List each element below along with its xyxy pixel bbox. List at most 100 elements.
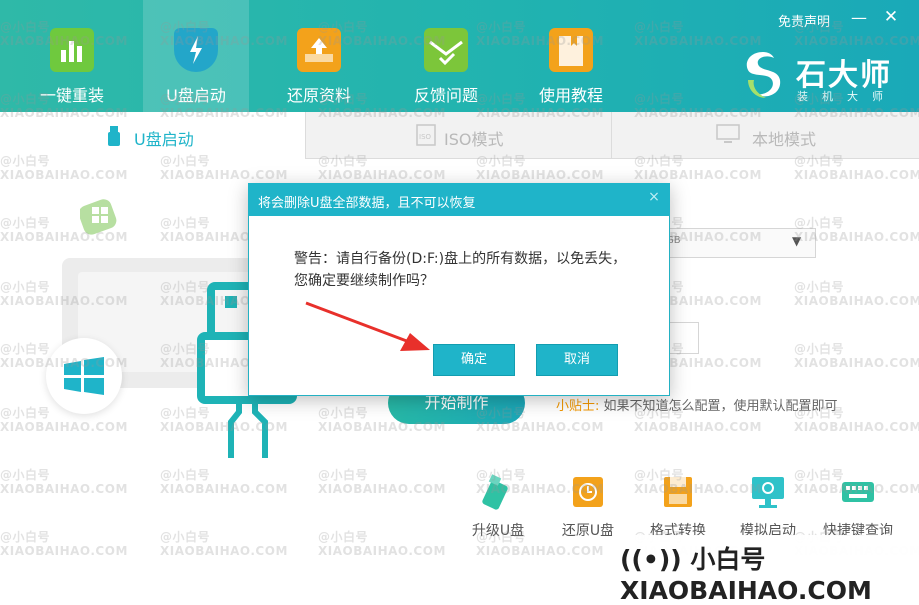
watermark-tile: @小白号 (794, 280, 845, 294)
watermark-tile: XIAOBAIHAO.COM (160, 482, 288, 496)
watermark-tile: XIAOBAIHAO.COM (160, 106, 288, 120)
watermark-tile: XIAOBAIHAO.COM (794, 482, 919, 496)
brand-logo-icon (740, 50, 786, 100)
confirm-button[interactable]: 确定 (433, 344, 515, 376)
watermark-brand: ((•)) 小白号 XIAOBAIHAO.COM (620, 545, 872, 605)
watermark-tile: @小白号 (0, 154, 51, 168)
dialog-question-text: 您确定要继续制作吗？ (294, 273, 434, 289)
minimize-button[interactable]: — (850, 10, 868, 28)
monitor-icon (716, 124, 740, 146)
watermark-tile: @小白号 (160, 406, 211, 420)
watermark-tile: @小白号 (318, 20, 369, 34)
watermark-tile: XIAOBAIHAO.COM (318, 106, 446, 120)
watermark-tile: @小白号 (318, 406, 369, 420)
watermark-tile: XIAOBAIHAO.COM (476, 106, 604, 120)
cancel-button[interactable]: 取消 (536, 344, 618, 376)
dialog-close-icon[interactable]: × (645, 189, 663, 207)
tool-restore-usb[interactable]: 还原U盘 (548, 470, 628, 540)
watermark-tile: @小白号 (476, 20, 527, 34)
nav-tutorial[interactable]: 使用教程 (518, 0, 624, 112)
watermark-tile: XIAOBAIHAO.COM (160, 420, 288, 434)
watermark-tile: @小白号 (318, 92, 369, 106)
tab-label: U盘启动 (134, 130, 194, 149)
watermark-tile: @小白号 (0, 92, 51, 106)
watermark-tile: @小白号 (0, 342, 51, 356)
watermark-tile: XIAOBAIHAO.COM (0, 420, 128, 434)
watermark-tile: XIAOBAIHAO.COM (476, 482, 604, 496)
watermark-tile: @小白号 (160, 280, 211, 294)
watermark-tile: @小白号 (0, 406, 51, 420)
watermark-tile: @小白号 (794, 92, 845, 106)
iso-file-icon: ISO (416, 124, 436, 146)
watermark-tile: @小白号 (0, 530, 51, 544)
watermark-tile: XIAOBAIHAO.COM (0, 294, 128, 308)
watermark-tile: XIAOBAIHAO.COM (634, 34, 762, 48)
watermark-tile: XIAOBAIHAO.COM (318, 34, 446, 48)
svg-text:ISO: ISO (419, 133, 432, 141)
watermark-tile: @小白号 (0, 280, 51, 294)
dialog-warning-text: 警告：请自行备份(D:F:)盘上的所有数据，以免丢失， (294, 251, 627, 267)
watermark-tile: @小白号 (476, 154, 527, 168)
watermark-tile: @小白号 (0, 216, 51, 230)
watermark-tile: XIAOBAIHAO.COM (476, 34, 604, 48)
watermark-tile: XIAOBAIHAO.COM (476, 420, 604, 434)
watermark-tile: @小白号 (476, 530, 527, 544)
watermark-tile: XIAOBAIHAO.COM (794, 230, 919, 244)
watermark-tile: XIAOBAIHAO.COM (794, 356, 919, 370)
close-window-button[interactable]: ✕ (882, 8, 900, 26)
watermark-tile: @小白号 (634, 468, 685, 482)
watermark-tile: @小白号 (634, 92, 685, 106)
watermark-tile: @小白号 (160, 342, 211, 356)
watermark-tile: XIAOBAIHAO.COM (318, 544, 446, 558)
watermark-tile: XIAOBAIHAO.COM (0, 482, 128, 496)
watermark-tile: @小白号 (318, 154, 369, 168)
watermark-tile: @小白号 (160, 530, 211, 544)
red-arrow-annotation (300, 295, 440, 365)
watermark-tile: @小白号 (160, 216, 211, 230)
watermark-tile: @小白号 (794, 216, 845, 230)
watermark-tile: @小白号 (794, 154, 845, 168)
tab-label: ISO模式 (444, 130, 504, 149)
watermark-tile: XIAOBAIHAO.COM (794, 34, 919, 48)
watermark-tile: XIAOBAIHAO.COM (318, 168, 446, 182)
watermark-tile: @小白号 (794, 342, 845, 356)
watermark-tile: XIAOBAIHAO.COM (794, 106, 919, 120)
watermark-tile: @小白号 (476, 468, 527, 482)
tip-label: 小贴士: (556, 399, 600, 414)
nav-label: 使用教程 (538, 86, 603, 105)
watermark-tile: @小白号 (318, 530, 369, 544)
watermark-tile: XIAOBAIHAO.COM (0, 230, 128, 244)
watermark-tile: XIAOBAIHAO.COM (160, 168, 288, 182)
watermark-tile: @小白号 (634, 406, 685, 420)
watermark-tile: XIAOBAIHAO.COM (0, 544, 128, 558)
watermark-tile: XIAOBAIHAO.COM (634, 420, 762, 434)
watermark-tile: XIAOBAIHAO.COM (318, 482, 446, 496)
watermark-tile: @小白号 (160, 92, 211, 106)
watermark-tile: XIAOBAIHAO.COM (318, 420, 446, 434)
watermark-tile: XIAOBAIHAO.COM (0, 168, 128, 182)
watermark-tile: @小白号 (634, 20, 685, 34)
windows-logo-small-icon (78, 195, 120, 235)
watermark-tile: XIAOBAIHAO.COM (476, 168, 604, 182)
watermark-tile: XIAOBAIHAO.COM (160, 34, 288, 48)
watermark-tile: @小白号 (794, 468, 845, 482)
usb-drive-icon (107, 126, 121, 146)
watermark-tile: XIAOBAIHAO.COM (634, 168, 762, 182)
watermark-tile: XIAOBAIHAO.COM (0, 356, 128, 370)
watermark-tile: XIAOBAIHAO.COM (476, 544, 604, 558)
windows-logo-circle-icon (46, 338, 122, 414)
watermark-tile: @小白号 (634, 154, 685, 168)
watermark-tile: @小白号 (160, 468, 211, 482)
watermark-tile: @小白号 (0, 468, 51, 482)
watermark-tile: @小白号 (794, 20, 845, 34)
watermark-tile: @小白号 (476, 406, 527, 420)
watermark-tile: XIAOBAIHAO.COM (794, 294, 919, 308)
watermark-tile: @小白号 (794, 406, 845, 420)
watermark-tile: @小白号 (318, 468, 369, 482)
watermark-tile: XIAOBAIHAO.COM (0, 106, 128, 120)
watermark-tile: XIAOBAIHAO.COM (634, 482, 762, 496)
watermark-tile: XIAOBAIHAO.COM (634, 106, 762, 120)
watermark-tile: XIAOBAIHAO.COM (160, 544, 288, 558)
watermark-tile: @小白号 (0, 20, 51, 34)
watermark-tile: @小白号 (160, 154, 211, 168)
